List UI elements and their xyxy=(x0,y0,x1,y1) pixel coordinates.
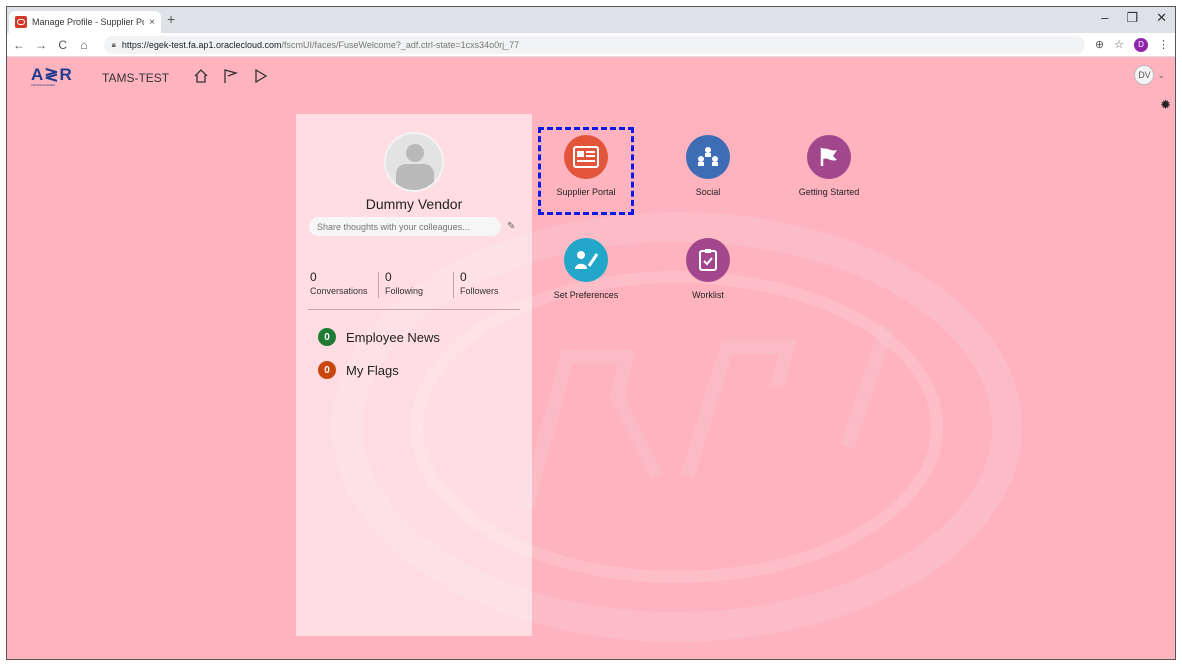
company-logo-subtitle: TECHNOLOGIES xyxy=(31,83,55,87)
tile-label: Getting Started xyxy=(798,187,860,197)
share-thoughts-input[interactable] xyxy=(309,217,501,236)
employee-news-link[interactable]: 0 Employee News xyxy=(318,328,440,346)
profile-panel: Dummy Vendor ✎ 0 Conversations 0 Followi… xyxy=(296,114,532,636)
tab-close-icon[interactable]: × xyxy=(149,17,155,28)
tile-label: Worklist xyxy=(692,290,724,300)
worklist-icon xyxy=(686,238,730,282)
settings-gear-icon[interactable]: ✹ xyxy=(1160,97,1171,113)
tile-getting-started[interactable]: Getting Started xyxy=(774,135,884,197)
stat-value: 0 xyxy=(385,270,392,284)
count-badge: 0 xyxy=(318,361,336,379)
stat-following[interactable]: 0 Following xyxy=(385,270,423,296)
stat-label: Followers xyxy=(460,286,499,296)
chevron-down-icon: ⌄ xyxy=(1157,69,1165,80)
bookmark-star-icon[interactable]: ☆ xyxy=(1114,38,1124,51)
browser-menu-icon[interactable]: ⋮ xyxy=(1158,38,1169,51)
tile-worklist[interactable]: Worklist xyxy=(653,238,763,300)
stat-label: Following xyxy=(385,286,424,296)
stat-value: 0 xyxy=(460,270,467,284)
stat-label: Conversations xyxy=(310,286,368,296)
divider xyxy=(308,309,520,310)
supplier-portal-icon xyxy=(564,135,608,179)
app-header: A≷R TECHNOLOGIES TAMS-TEST DV ⌄ xyxy=(7,57,1175,93)
home-icon[interactable]: ⌂ xyxy=(78,38,89,52)
stat-divider xyxy=(378,272,379,298)
stat-divider xyxy=(453,272,454,298)
zoom-icon[interactable]: ⊕ xyxy=(1095,38,1104,51)
browser-tab[interactable]: Manage Profile - Supplier Portal × xyxy=(9,11,161,33)
my-flags-link[interactable]: 0 My Flags xyxy=(318,361,399,379)
oracle-favicon-icon xyxy=(15,16,27,28)
restore-button[interactable]: ❐ xyxy=(1126,10,1138,26)
forward-icon[interactable]: → xyxy=(35,38,47,52)
tab-title: Manage Profile - Supplier Portal xyxy=(32,17,144,27)
url-host: https://egek-test.fa.ap1.oraclecloud.com xyxy=(121,39,282,50)
user-avatar: DV xyxy=(1134,65,1155,85)
my-flags-label: My Flags xyxy=(346,362,399,378)
tile-social[interactable]: Social xyxy=(653,135,763,197)
lock-icon: 🔒︎ xyxy=(111,39,116,49)
tile-label: Social xyxy=(695,187,721,197)
browser-profile-avatar[interactable]: D xyxy=(1134,37,1148,52)
minimize-button[interactable]: – xyxy=(1101,10,1108,26)
stat-followers[interactable]: 0 Followers xyxy=(460,270,499,296)
environment-name: TAMS-TEST xyxy=(102,71,170,85)
tile-label: Set Preferences xyxy=(553,290,619,300)
browser-window: Manage Profile - Supplier Portal × + – ❐… xyxy=(6,6,1176,660)
favorites-flag-icon[interactable] xyxy=(221,67,239,85)
count-badge: 0 xyxy=(318,328,336,346)
social-stats: 0 Conversations 0 Following 0 Followers xyxy=(310,270,510,302)
profile-name[interactable]: Dummy Vendor xyxy=(296,196,532,212)
app-area: A≷R TECHNOLOGIES TAMS-TEST DV ⌄ ✹ Dummy … xyxy=(7,57,1175,659)
close-window-button[interactable]: ✕ xyxy=(1156,10,1167,26)
home-icon[interactable] xyxy=(192,67,210,85)
reload-icon[interactable]: C xyxy=(57,38,68,52)
share-post-icon[interactable]: ✎ xyxy=(507,221,515,232)
profile-avatar[interactable] xyxy=(384,132,444,192)
tab-strip: Manage Profile - Supplier Portal × + – ❐… xyxy=(7,7,1175,33)
address-bar-row: ← → C ⌂ 🔒︎ https://egek-test.fa.ap1.orac… xyxy=(7,33,1175,57)
social-icon xyxy=(686,135,730,179)
new-tab-button[interactable]: + xyxy=(167,11,175,27)
back-icon[interactable]: ← xyxy=(13,38,25,52)
employee-news-label: Employee News xyxy=(346,329,440,345)
tile-label: Supplier Portal xyxy=(556,187,616,197)
url-bar[interactable]: 🔒︎ https://egek-test.fa.ap1.oraclecloud.… xyxy=(103,35,1085,54)
navigator-icon[interactable] xyxy=(252,67,270,85)
stat-conversations[interactable]: 0 Conversations xyxy=(310,270,368,296)
tile-set-preferences[interactable]: Set Preferences xyxy=(531,238,641,300)
window-controls: – ❐ ✕ xyxy=(1101,10,1167,26)
set-preferences-icon xyxy=(564,238,608,282)
flag-icon xyxy=(807,135,851,179)
company-logo[interactable]: A≷R xyxy=(31,65,73,85)
tile-supplier-portal[interactable]: Supplier Portal xyxy=(531,135,641,197)
url-path: /fscmUI/faces/FuseWelcome?_adf.ctrl-stat… xyxy=(281,39,520,50)
stat-value: 0 xyxy=(310,270,317,284)
browser-actions: ⊕ ☆ D ⋮ xyxy=(1095,37,1169,52)
user-menu-button[interactable]: DV ⌄ xyxy=(1134,65,1165,85)
